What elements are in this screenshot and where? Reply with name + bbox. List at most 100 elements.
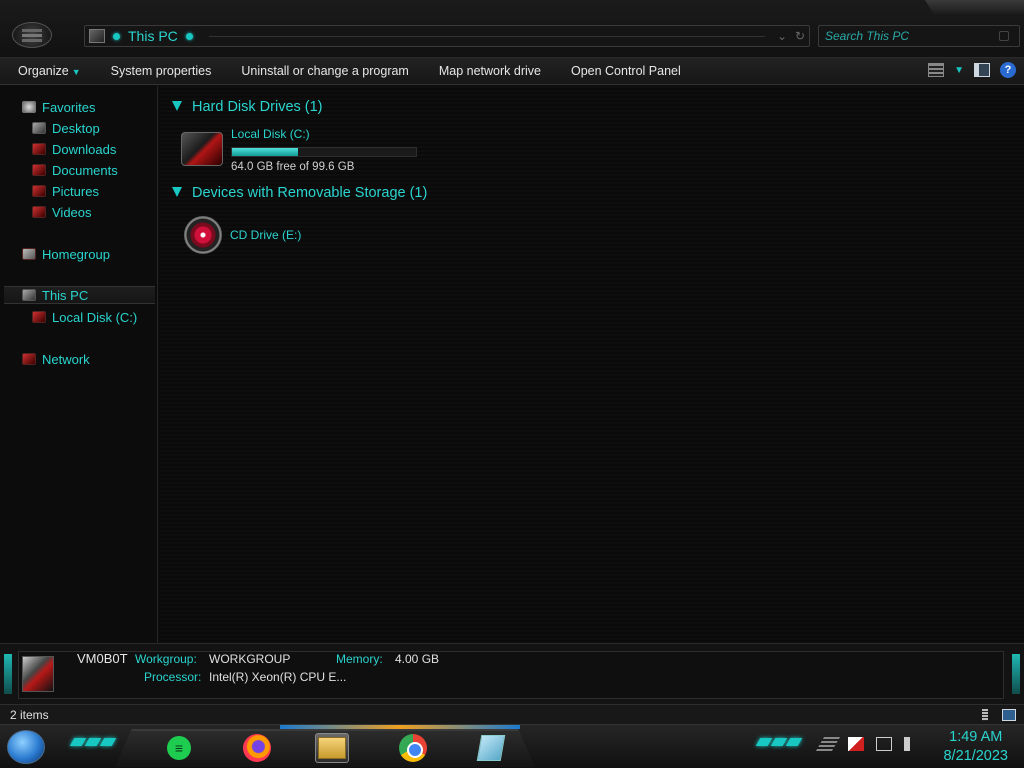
chevron-down-icon: ▼ (71, 66, 81, 77)
clock-date: 8/21/2023 (943, 748, 1008, 764)
taskbar-deco (69, 738, 117, 746)
clock-time: 1:49 AM (949, 729, 1003, 745)
sidebar-item-downloads[interactable]: Downloads (32, 140, 116, 158)
system-properties-button[interactable]: System properties (96, 58, 227, 85)
details-view-icon[interactable] (982, 709, 988, 721)
view-options-icon[interactable] (928, 63, 945, 77)
organize-label: Organize (18, 63, 69, 78)
volume-icon[interactable] (904, 737, 920, 751)
sidebar-item-pictures[interactable]: Pictures (32, 182, 99, 200)
sidebar-item-label: Local Disk (C:) (52, 309, 138, 325)
group-title: Hard Disk Drives (1) (192, 99, 323, 115)
computer-icon (22, 289, 36, 301)
pictures-icon (32, 185, 46, 197)
breadcrumb-this-pc[interactable]: This PC (128, 28, 178, 44)
desktop-icon (32, 122, 46, 134)
address-divider (208, 35, 765, 37)
explorer-window: This PC ⌄ ↻ Organize▼ System properties … (0, 0, 1024, 768)
star-icon (22, 101, 36, 113)
drive-info: Local Disk (C:) 64.0 GB free of 99.6 GB (231, 127, 417, 173)
chevron-down-icon[interactable]: ▼ (954, 65, 964, 76)
sidebar-item-this-pc[interactable]: This PC (4, 286, 155, 304)
group-header-removable-storage[interactable]: Devices with Removable Storage (1) (171, 185, 427, 201)
computer-name: VM0B0T (77, 651, 128, 666)
taskbar: ≡ 1:49 AM 8/21/2023 (0, 724, 1024, 768)
sheets-icon: ≡ (167, 736, 191, 760)
computer-icon (89, 29, 105, 43)
sidebar-item-documents[interactable]: Documents (32, 161, 118, 179)
chevron-down-icon (171, 101, 183, 113)
details-deco (1012, 654, 1020, 694)
large-icons-view-icon[interactable] (1002, 709, 1016, 721)
workgroup-label: Workgroup: (135, 652, 197, 666)
back-arrow-icon (22, 33, 42, 37)
sidebar-item-label: Videos (52, 204, 92, 220)
sidebar-item-videos[interactable]: Videos (32, 203, 92, 221)
search-box[interactable] (818, 25, 1020, 47)
drive-tile-c[interactable]: Local Disk (C:) 64.0 GB free of 99.6 GB (181, 127, 417, 173)
organize-menu[interactable]: Organize ▼ (0, 58, 96, 85)
sidebar-item-label: Downloads (52, 141, 117, 157)
documents-icon (32, 164, 46, 176)
sidebar-item-local-disk[interactable]: Local Disk (C:) (32, 308, 137, 326)
breadcrumb-separator-icon[interactable] (185, 32, 193, 40)
back-forward-button[interactable] (12, 22, 52, 48)
homegroup-icon (22, 248, 36, 260)
preview-pane-icon[interactable] (974, 63, 990, 77)
network-icon[interactable] (876, 737, 892, 751)
folder-icon (318, 737, 346, 759)
start-button[interactable] (7, 730, 45, 764)
action-center-flag-icon[interactable] (848, 737, 864, 751)
drive-usage-fill (232, 148, 298, 156)
sidebar-item-label: Favorites (42, 99, 96, 115)
title-bar: This PC ⌄ ↻ (0, 0, 1024, 58)
search-icon[interactable] (999, 31, 1009, 41)
view-controls: ▼ ? (928, 62, 1016, 78)
map-network-drive-button[interactable]: Map network drive (424, 58, 556, 85)
taskbar-strip (280, 725, 520, 729)
uninstall-program-button[interactable]: Uninstall or change a program (226, 58, 423, 85)
sidebar-item-network[interactable]: Network (22, 350, 90, 368)
memory-value: 4.00 GB (395, 652, 440, 666)
processor-value: Intel(R) Xeon(R) CPU E... (209, 670, 347, 684)
address-bar[interactable]: This PC ⌄ ↻ (84, 25, 810, 47)
clock[interactable]: 1:49 AM 8/21/2023 (943, 728, 1008, 766)
drive-name: Local Disk (C:) (231, 127, 310, 141)
memory-label: Memory: (336, 652, 383, 666)
taskbar-app-firefox[interactable] (240, 733, 274, 763)
processor-label: Processor: (144, 670, 202, 684)
content-pane: Hard Disk Drives (1) Local Disk (C:) 64.… (159, 86, 1024, 643)
downloads-icon (32, 143, 46, 155)
chevron-down-icon (171, 187, 183, 199)
sidebar-item-desktop[interactable]: Desktop (32, 119, 100, 137)
system-tray (815, 737, 920, 751)
status-bar: 2 items (0, 704, 1024, 724)
videos-icon (32, 206, 46, 218)
hard-drive-icon (181, 132, 223, 166)
chrome-icon (399, 734, 427, 762)
drive-tile-e[interactable]: CD Drive (E:) (184, 216, 301, 254)
search-input[interactable] (819, 29, 999, 43)
sidebar-item-homegroup[interactable]: Homegroup (22, 245, 110, 263)
help-icon[interactable]: ? (1000, 62, 1016, 78)
breadcrumb-separator-icon (113, 32, 120, 40)
chevron-down-icon[interactable]: ⌄ (773, 29, 791, 43)
show-hidden-icons-icon[interactable] (815, 737, 841, 751)
refresh-icon[interactable]: ↻ (791, 29, 809, 43)
workgroup-value: WORKGROUP (209, 652, 291, 666)
computer-thumbnail-icon (22, 656, 54, 692)
taskbar-app-chrome[interactable] (396, 733, 430, 763)
group-header-hard-disk-drives[interactable]: Hard Disk Drives (1) (171, 99, 323, 115)
open-control-panel-button[interactable]: Open Control Panel (556, 58, 696, 85)
navigation-pane: Favorites Desktop Downloads Documents Pi… (0, 86, 158, 643)
network-icon (22, 353, 36, 365)
notes-icon (476, 735, 506, 761)
taskbar-app-sheets[interactable]: ≡ (162, 733, 196, 763)
taskbar-app-file-explorer[interactable] (315, 733, 349, 763)
sidebar-item-favorites[interactable]: Favorites (22, 98, 95, 116)
drive-free-space: 64.0 GB free of 99.6 GB (231, 161, 355, 173)
sidebar-item-label: Documents (52, 162, 118, 178)
drive-info: CD Drive (E:) (230, 216, 301, 254)
taskbar-app-notes[interactable] (474, 733, 508, 763)
sidebar-item-label: Pictures (52, 183, 99, 199)
